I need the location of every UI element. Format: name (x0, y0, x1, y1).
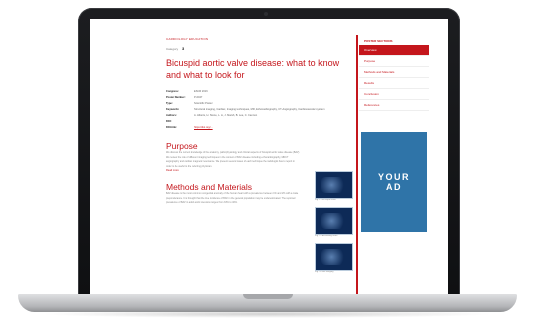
breadcrumb[interactable]: CARDIOLOGY EDUCATION (166, 37, 356, 41)
category-prefix: Category (166, 47, 179, 51)
meta-row-doi-link: DOI-link: https://doi.org/... (166, 125, 356, 131)
ad-line-1: YOUR (377, 172, 410, 182)
webcam-icon (264, 12, 268, 16)
figure-image (321, 177, 347, 193)
sidebar-item-results[interactable]: Results (359, 78, 429, 89)
ad-text: YOUR AD (378, 172, 410, 192)
ad-banner[interactable]: YOUR AD (361, 132, 427, 232)
doi-link[interactable]: https://doi.org/... (194, 125, 356, 131)
figure-caption: Fig. 3: MR imaging (315, 271, 334, 273)
sidebar-item-conclusion[interactable]: Conclusion (359, 89, 429, 100)
figure-thumbnails: Fig. 1: Bicuspid valve Fig. 2: Ascending… (315, 171, 353, 279)
figure-image (321, 249, 347, 265)
purpose-text: We discuss the current knowledge of the … (166, 151, 300, 168)
figure-image (321, 213, 347, 229)
browser-screen: CARDIOLOGY EDUCATION Category 3 Bicuspid… (90, 19, 448, 294)
figure-caption: Fig. 2: Ascending aorta (315, 235, 338, 237)
figure-thumbnail[interactable] (315, 243, 353, 271)
sidebar-divider (356, 35, 358, 294)
figure-caption: Fig. 1: Bicuspid valve (315, 199, 336, 201)
ad-line-2: AD (385, 182, 402, 192)
sidebar-item-methods[interactable]: Methods and Materials (359, 67, 429, 78)
methods-text: BAV disease is the most common congenita… (166, 192, 299, 204)
poster-sections-sidebar: POSTER SECTIONS Overview Purpose Methods… (359, 37, 429, 111)
laptop-mockup: CARDIOLOGY EDUCATION Category 3 Bicuspid… (0, 0, 535, 326)
figure-thumbnail[interactable] (315, 207, 353, 235)
category-value: 3 (182, 46, 185, 51)
meta-key: DOI-link: (166, 126, 177, 129)
category-label: Category 3 (166, 46, 356, 51)
meta-table: Congress: ESCR 2016 Poster Number: P-004… (166, 89, 356, 131)
sidebar-item-references[interactable]: References (359, 100, 429, 111)
page-title: Bicuspid aortic valve disease: what to k… (166, 58, 340, 80)
figure-thumbnail[interactable] (315, 171, 353, 199)
laptop-base (18, 294, 517, 312)
sidebar-item-overview[interactable]: Overview (359, 45, 429, 56)
sidebar-title: POSTER SECTIONS (364, 39, 393, 43)
laptop-notch (243, 294, 293, 299)
sidebar-item-purpose[interactable]: Purpose (359, 56, 429, 67)
purpose-heading: Purpose (166, 141, 198, 151)
